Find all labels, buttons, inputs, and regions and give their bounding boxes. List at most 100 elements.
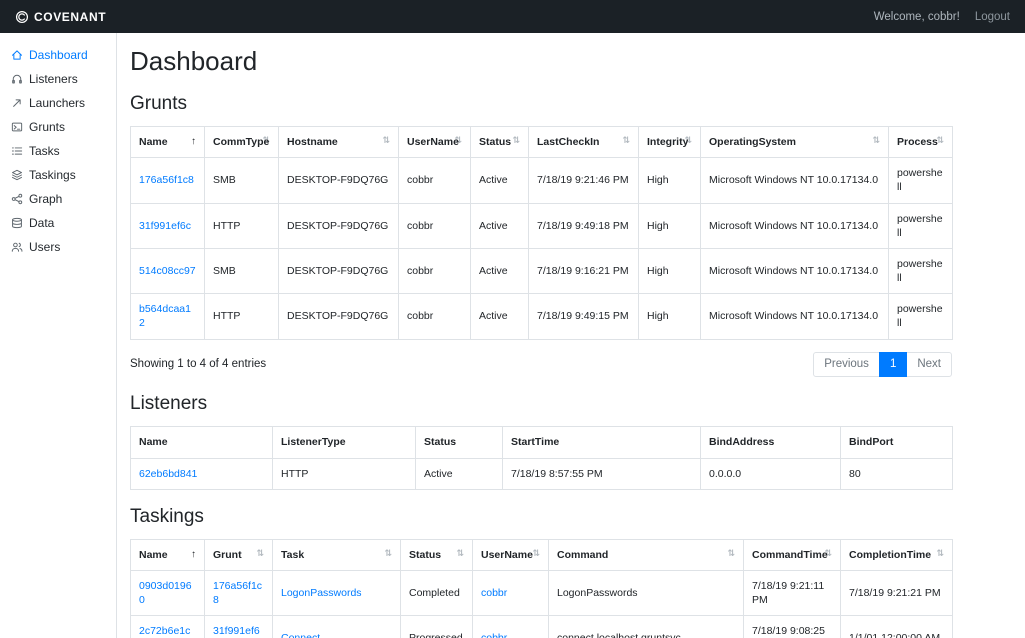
sidebar-item-label: Data — [29, 216, 55, 230]
sidebar-item-tasks[interactable]: Tasks — [0, 139, 116, 163]
column-header-hostname[interactable]: ⇅ Hostname — [278, 125, 399, 159]
pagination-next-button[interactable]: Next — [906, 351, 952, 378]
column-header-commtype[interactable]: ⇅ CommType — [204, 125, 279, 159]
grunts-name-link[interactable]: 31f991ef6c — [139, 220, 191, 232]
grunts-name-link[interactable]: 176a56f1c8 — [139, 174, 194, 186]
main-content: Dashboard Grunts ↑ Name ⇅ CommType ⇅ Hostname… — [117, 33, 1025, 638]
taskings-cell-status: Progressed — [400, 615, 473, 638]
listeners-heading: Listeners — [130, 393, 208, 415]
pagination-previous-button[interactable]: Previous — [813, 351, 880, 378]
sidebar-item-dashboard[interactable]: Dashboard — [0, 43, 116, 67]
listeners-row: 62eb6bd841 HTTP Active 7/18/19 8:57:55 PM 0.… — [130, 457, 953, 490]
column-header-commandtime[interactable]: ⇅ CommandTime — [743, 538, 841, 571]
grunts-table-footer: Showing 1 to 4 of 4 entries Previous 1 N… — [130, 351, 952, 378]
grunts-cell-lastcheckin: 7/18/19 9:16:21 PM — [528, 247, 639, 295]
grunts-cell-username: cobbr — [398, 202, 471, 249]
column-header-lastcheckin[interactable]: ⇅ LastCheckIn — [528, 125, 639, 159]
pagination-page-1-button[interactable]: 1 — [878, 351, 908, 378]
brand[interactable]: COVENANT — [15, 10, 106, 24]
brand-text: COVENANT — [34, 9, 107, 24]
grunts-cell-name: b564dcaa12 — [130, 293, 205, 340]
taskings-header-row: ↑ Name ⇅ Grunt ⇅ Task ⇅ Status ⇅ UserName ⇅ Command… — [130, 538, 953, 571]
layers-icon — [11, 169, 23, 181]
grunts-cell-commtype: HTTP — [204, 293, 279, 340]
sort-asc-icon: ↑ — [191, 136, 196, 147]
column-header-listenertype: ListenerType — [272, 426, 416, 459]
taskings-name-link[interactable]: 0903d01960 — [139, 580, 192, 606]
taskings-cell-command: LogonPasswords — [548, 569, 744, 617]
taskings-grunt-link[interactable]: 176a56f1c8 — [213, 580, 262, 606]
sidebar-item-listeners[interactable]: Listeners — [0, 67, 116, 91]
content: Dashboard Grunts ↑ Name ⇅ CommType ⇅ Hostname… — [130, 46, 953, 638]
terminal-icon — [11, 121, 23, 133]
column-header-status: Status — [415, 426, 503, 459]
sort-both-icon: ⇅ — [382, 135, 390, 145]
page-title: Dashboard — [130, 46, 258, 76]
column-header-name[interactable]: ↑ Name — [130, 538, 205, 571]
grunts-cell-lastcheckin: 7/18/19 9:49:15 PM — [528, 293, 639, 340]
column-header-status[interactable]: ⇅ Status — [400, 538, 473, 571]
grunts-cell-lastcheckin: 7/18/19 9:21:46 PM — [528, 157, 639, 204]
grunts-cell-operatingsystem: Microsoft Windows NT 10.0.17134.0 — [700, 157, 889, 204]
sidebar-item-data[interactable]: Data — [0, 211, 116, 235]
task-list-icon — [11, 145, 23, 157]
taskings-cell-completiontime: 7/18/19 9:21:21 PM — [840, 569, 953, 617]
taskings-cell-grunt: 176a56f1c8 — [204, 569, 273, 617]
taskings-task-link[interactable]: LogonPasswords — [281, 587, 362, 599]
column-header-integrity[interactable]: ⇅ Integrity — [638, 125, 701, 159]
column-header-process[interactable]: ⇅ Process — [888, 125, 953, 159]
grunts-cell-commtype: SMB — [204, 157, 279, 204]
listeners-section: Listeners Name ListenerType Status StartTim… — [130, 393, 953, 490]
grunts-cell-commtype: HTTP — [204, 202, 279, 249]
grunts-cell-status: Active — [470, 247, 529, 295]
sort-both-icon: ⇅ — [456, 547, 464, 558]
topbar-right: Welcome, cobbr! Logout — [874, 11, 1010, 23]
database-icon — [11, 217, 23, 229]
sort-both-icon: ⇅ — [872, 135, 880, 145]
sidebar-item-launchers[interactable]: Launchers — [0, 91, 116, 115]
column-header-username[interactable]: ⇅ UserName — [398, 125, 471, 159]
grunts-header-row: ↑ Name ⇅ CommType ⇅ Hostname ⇅ UserName ⇅ Status ⇅… — [130, 125, 953, 159]
sort-both-icon: ⇅ — [532, 547, 540, 558]
listeners-header-row: Name ListenerType Status StartTime BindAddre… — [130, 426, 953, 459]
topbar: COVENANT Welcome, cobbr! Logout — [0, 0, 1025, 33]
column-header-username[interactable]: ⇅ UserName — [472, 538, 549, 571]
column-header-name: Name — [130, 426, 273, 459]
sidebar-item-taskings[interactable]: Taskings — [0, 163, 116, 187]
taskings-heading: Taskings — [130, 505, 204, 527]
taskings-cell-status: Completed — [400, 569, 473, 617]
column-header-grunt[interactable]: ⇅ Grunt — [204, 538, 273, 571]
taskings-username-link[interactable]: cobbr — [481, 587, 507, 599]
taskings-task-link[interactable]: Connect — [281, 632, 320, 638]
sidebar-item-label: Users — [29, 240, 61, 254]
listeners-name-link[interactable]: 62eb6bd841 — [139, 468, 197, 480]
taskings-username-link[interactable]: cobbr — [481, 632, 507, 638]
taskings-cell-completiontime: 1/1/01 12:00:00 AM — [840, 615, 953, 638]
grunts-cell-name: 176a56f1c8 — [130, 157, 205, 204]
taskings-cell-grunt: 31f991ef6c — [204, 615, 273, 638]
grunts-name-link[interactable]: b564dcaa12 — [139, 303, 191, 329]
sidebar-item-graph[interactable]: Graph — [0, 187, 116, 211]
column-header-operatingsystem[interactable]: ⇅ OperatingSystem — [700, 125, 889, 159]
grunts-cell-username: cobbr — [398, 247, 471, 295]
grunts-cell-hostname: DESKTOP-F9DQ76G — [278, 247, 399, 295]
taskings-cell-username: cobbr — [472, 615, 549, 638]
welcome-link[interactable]: Welcome, cobbr! — [874, 11, 960, 23]
grunts-name-link[interactable]: 514c08cc97 — [139, 265, 196, 277]
grunts-row: 514c08cc97 SMB DESKTOP-F9DQ76G cobbr Active 7… — [130, 247, 953, 295]
sidebar-item-label: Taskings — [29, 168, 76, 182]
grunts-cell-name: 31f991ef6c — [130, 202, 205, 249]
grunts-cell-hostname: DESKTOP-F9DQ76G — [278, 202, 399, 249]
column-header-name[interactable]: ↑ Name — [130, 125, 205, 159]
taskings-name-link[interactable]: 2c72b6e1ce — [139, 625, 190, 638]
grunts-cell-status: Active — [470, 293, 529, 340]
column-header-completiontime[interactable]: ⇅ CompletionTime — [840, 538, 953, 571]
column-header-task[interactable]: ⇅ Task — [272, 538, 401, 571]
column-header-status[interactable]: ⇅ Status — [470, 125, 529, 159]
taskings-grunt-link[interactable]: 31f991ef6c — [213, 625, 260, 638]
logout-link[interactable]: Logout — [975, 11, 1010, 23]
sort-both-icon: ⇅ — [936, 547, 944, 558]
column-header-command[interactable]: ⇅ Command — [548, 538, 744, 571]
sidebar-item-users[interactable]: Users — [0, 235, 116, 259]
sidebar-item-grunts[interactable]: Grunts — [0, 115, 116, 139]
